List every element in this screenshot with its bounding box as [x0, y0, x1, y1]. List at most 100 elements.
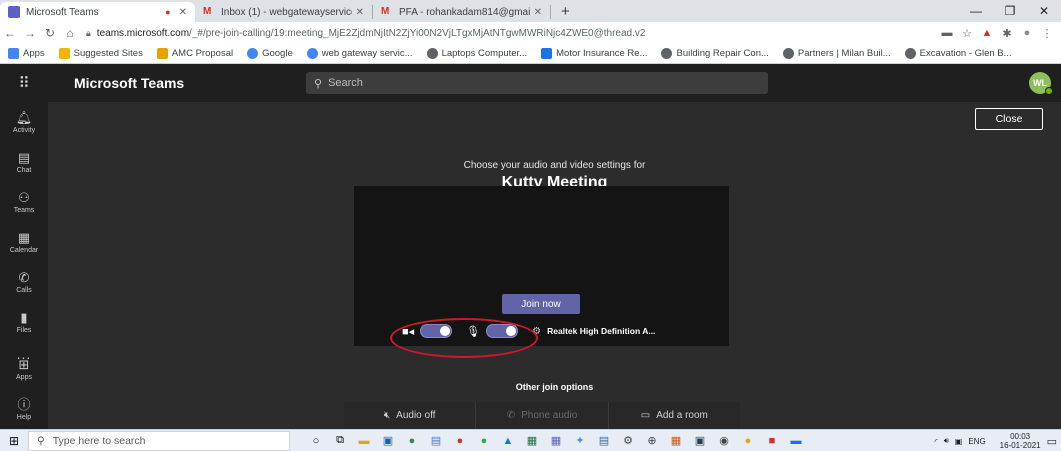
star-icon[interactable]: ☆	[957, 27, 977, 40]
browser-toolbar: ← → ↻ ⌂ 🔒︎ teams.microsoft.com/_#/pre-jo…	[0, 22, 1061, 44]
rail-label: Calendar	[9, 246, 39, 254]
left-rail: 🔔︎ Activity ▤ Chat ⚇ Teams ▦ Calendar ✆ …	[0, 102, 48, 429]
google-icon	[306, 48, 318, 59]
app-icon[interactable]: ◉	[712, 434, 736, 447]
rail-item-calendar[interactable]: ▦ Calendar	[0, 222, 48, 262]
browser-tab-teams[interactable]: Microsoft Teams ● ✕	[0, 2, 195, 22]
app-icon[interactable]: ▣	[688, 434, 712, 447]
bookmark-icon	[541, 48, 553, 59]
extensions-puzzle-icon[interactable]: ✱	[997, 27, 1017, 40]
app-icon[interactable]: ●	[400, 435, 424, 447]
taskbar-clock[interactable]: 00:03 16-01-2021	[994, 432, 1041, 450]
bookmark-building-repair[interactable]: Building Repair Con...	[661, 48, 769, 59]
chat-icon: ▤	[17, 149, 31, 165]
teams-taskbar-icon[interactable]: ▦	[544, 434, 568, 447]
close-tab-icon[interactable]: ✕	[356, 7, 364, 18]
taskbar-search-input[interactable]: ⚲ Type here to search	[28, 430, 290, 451]
close-window-icon[interactable]: ✕	[1027, 0, 1061, 22]
bookmark-motor-insurance[interactable]: Motor Insurance Re...	[541, 48, 647, 59]
language-indicator[interactable]: ENG	[968, 437, 985, 446]
app-icon[interactable]: ▲	[496, 435, 520, 447]
bookmark-google[interactable]: Google	[247, 48, 293, 59]
menu-kebab-icon[interactable]: ⋮	[1037, 27, 1057, 40]
cast-icon[interactable]: ▬	[937, 27, 957, 39]
calendar-icon: ▦	[17, 229, 31, 245]
rail-bottom: ⊞ Apps ⓘ Help	[0, 349, 48, 429]
add-room-option[interactable]: ▭ Add a room	[609, 402, 740, 429]
chrome-icon[interactable]: ●	[472, 435, 496, 447]
volume-icon[interactable]: 🔊︎	[944, 436, 949, 446]
new-tab-button[interactable]: +	[551, 3, 580, 20]
bookmark-label: Building Repair Con...	[676, 48, 769, 59]
windows-start-icon[interactable]: ⊞	[0, 434, 28, 448]
rail-item-files[interactable]: ▮ Files	[0, 302, 48, 342]
restore-icon[interactable]: ❐	[993, 0, 1027, 22]
globe-icon	[661, 48, 673, 59]
task-view-icon[interactable]: ⧉	[328, 434, 352, 447]
bookmark-suggested-sites[interactable]: Suggested Sites	[58, 48, 143, 59]
app-icon[interactable]: ●	[736, 435, 760, 447]
back-arrow-icon[interactable]: ←	[0, 26, 20, 40]
minimize-icon[interactable]: —	[959, 0, 993, 22]
other-join-options-title: Other join options	[515, 382, 594, 392]
rail-item-calls[interactable]: ✆ Calls	[0, 262, 48, 302]
app-icon[interactable]: ▤	[592, 434, 616, 447]
app-icon[interactable]: ●	[448, 435, 472, 447]
phone-audio-option[interactable]: ✆ Phone audio	[476, 402, 609, 429]
prejoin-stage: Close Choose your audio and video settin…	[48, 102, 1061, 429]
app-icon[interactable]: ▤	[424, 434, 448, 447]
audio-off-option[interactable]: 🔇︎ Audio off	[344, 402, 477, 429]
rail-item-apps[interactable]: ⊞ Apps	[0, 349, 48, 389]
home-icon[interactable]: ⌂	[60, 26, 80, 40]
app-icon[interactable]: ▬	[784, 435, 808, 447]
cortana-icon[interactable]: ○	[304, 435, 328, 447]
globe-icon	[426, 48, 438, 59]
join-now-button[interactable]: Join now	[502, 294, 580, 314]
app-icon[interactable]: ⚙	[616, 434, 640, 447]
close-tab-icon[interactable]: ✕	[534, 7, 542, 18]
bookmark-partners[interactable]: Partners | Milan Buil...	[782, 48, 891, 59]
gmail-favicon-icon: M	[203, 6, 212, 17]
app-icon[interactable]: ✦	[568, 434, 592, 447]
windows-taskbar: ⊞ ⚲ Type here to search ○ ⧉ ▬ ▣ ● ▤ ● ● …	[0, 429, 1061, 451]
rail-item-chat[interactable]: ▤ Chat	[0, 142, 48, 182]
store-icon[interactable]: ▣	[376, 434, 400, 447]
network-icon[interactable]: ◜	[935, 437, 938, 446]
app-launcher-icon[interactable]: ⠿	[0, 74, 48, 92]
notifications-icon[interactable]: ▭	[1047, 435, 1057, 448]
option-label: Phone audio	[521, 410, 578, 421]
address-bar[interactable]: 🔒︎ teams.microsoft.com/_#/pre-join-calli…	[80, 24, 937, 42]
bookmark-amc-proposal[interactable]: AMC Proposal	[156, 48, 233, 59]
bookmark-excavation[interactable]: Excavation - Glen B...	[904, 48, 1012, 59]
teams-header: ⠿ Microsoft Teams ⚲ Search WL	[0, 64, 1061, 102]
device-settings-button[interactable]: ⚙ Realtek High Definition A...	[532, 326, 655, 337]
tray-app-icon[interactable]: ▣	[955, 437, 963, 446]
app-icon[interactable]: ▦	[664, 434, 688, 447]
app-icon[interactable]: ■	[760, 435, 784, 447]
reload-icon[interactable]: ↻	[40, 26, 60, 40]
bookmark-laptops[interactable]: Laptops Computer...	[426, 48, 527, 59]
pdf-extension-icon[interactable]: ▲	[977, 27, 997, 39]
close-button[interactable]: Close	[975, 108, 1043, 130]
close-tab-icon[interactable]: ✕	[179, 7, 187, 18]
bookmark-apps[interactable]: Apps	[8, 48, 45, 59]
browser-tab-pfa[interactable]: M PFA - rohankadam814@gmail.co ✕	[373, 5, 551, 19]
profile-icon[interactable]: ●	[1017, 27, 1037, 39]
lock-icon: 🔒︎	[86, 27, 91, 38]
tab-title: PFA - rohankadam814@gmail.co	[399, 6, 530, 18]
bookmark-web-gateway[interactable]: web gateway servic...	[306, 48, 413, 59]
bookmark-label: Partners | Milan Buil...	[797, 48, 891, 59]
file-explorer-icon[interactable]: ▬	[352, 435, 376, 447]
rail-item-teams[interactable]: ⚇ Teams	[0, 182, 48, 222]
browser-tab-inbox[interactable]: M Inbox (1) - webgatewayservices@ ✕	[195, 5, 373, 19]
rail-item-help[interactable]: ⓘ Help	[0, 389, 48, 429]
other-join-options: 🔇︎ Audio off ✆ Phone audio ▭ Add a room	[344, 402, 740, 429]
app-icon[interactable]: ⊕	[640, 434, 664, 447]
teams-favicon-icon	[8, 6, 20, 18]
gmail-favicon-icon: M	[381, 6, 390, 17]
avatar[interactable]: WL	[1029, 72, 1053, 95]
rail-item-activity[interactable]: 🔔︎ Activity	[0, 102, 48, 142]
forward-arrow-icon[interactable]: →	[20, 26, 40, 40]
search-input[interactable]: ⚲ Search	[306, 72, 768, 94]
app-icon[interactable]: ▦	[520, 434, 544, 447]
